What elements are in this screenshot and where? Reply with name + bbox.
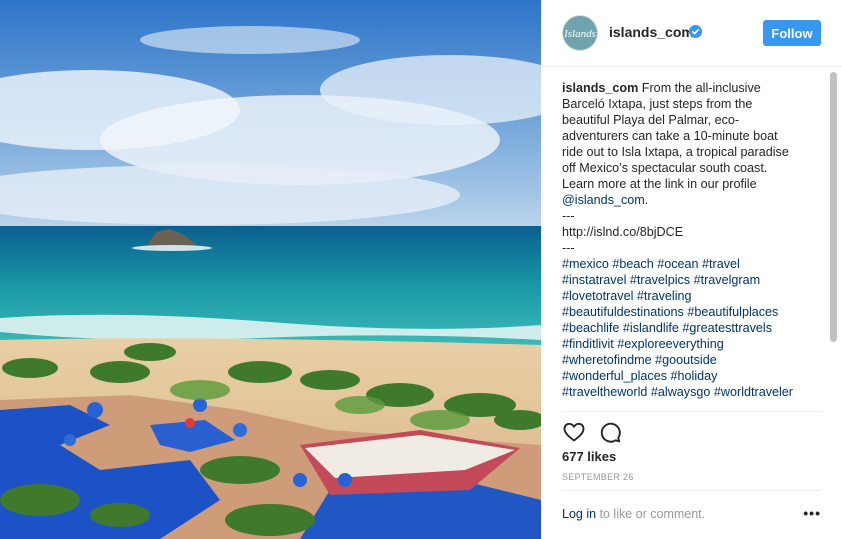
caption-body: From the all-inclusive Barceló Ixtapa, j… [562,81,789,191]
hashtag-line[interactable]: #traveltheworld #alwaysgo #worldtraveler [562,384,802,400]
caption-url: http://islnd.co/8bjDCE [562,225,684,239]
separator-line: --- [562,209,575,223]
post-photo[interactable] [0,0,541,539]
hashtag-line[interactable]: #beautifuldestinations #beautifulplaces [562,304,802,320]
mention-link[interactable]: @islands_com [562,193,645,207]
heart-icon[interactable] [562,420,586,444]
likes-count[interactable]: 677 likes [562,449,616,464]
post-side-panel: Islands islands_com Follow islands_com F… [541,0,842,539]
mention-suffix: . [644,193,649,207]
comment-bubble-icon[interactable] [598,420,622,444]
caption-text: islands_com From the all-inclusive Barce… [562,80,802,208]
hashtag-line[interactable]: #wheretofindme #gooutside [562,352,802,368]
action-bar [562,411,821,451]
caption-username-link[interactable]: islands_com [562,81,638,95]
login-prompt: Log in to like or comment. [562,507,705,521]
hashtag-line[interactable]: #beachlife #islandlife #greatesttravels [562,320,802,336]
caption-comment: islands_com From the all-inclusive Barce… [562,80,802,410]
hashtag-line[interactable]: #lovetotravel #traveling [562,288,802,304]
hashtag-line[interactable]: #instatravel #travelpics #travelgram [562,272,802,288]
hashtag-line[interactable]: #wonderful_places #holiday [562,368,802,384]
verified-badge-icon [689,25,702,38]
username-link[interactable]: islands_com [609,24,694,40]
instagram-post: Islands islands_com Follow islands_com F… [0,0,842,539]
hashtag-line[interactable]: #mexico #beach #ocean #travel [562,256,802,272]
login-link[interactable]: Log in [562,507,596,521]
separator-line: --- [562,241,575,255]
avatar[interactable]: Islands [562,15,598,51]
comments-scrollbar[interactable] [830,72,837,342]
more-options-icon[interactable]: ••• [803,505,821,521]
post-header: Islands islands_com Follow [541,0,842,67]
post-date: September 26 [562,472,634,482]
follow-button[interactable]: Follow [763,20,821,46]
login-suffix: to like or comment. [596,507,706,521]
post-footer: Log in to like or comment. ••• [562,490,821,539]
hashtag-line[interactable]: #finditlivit #exploreeverything [562,336,802,352]
